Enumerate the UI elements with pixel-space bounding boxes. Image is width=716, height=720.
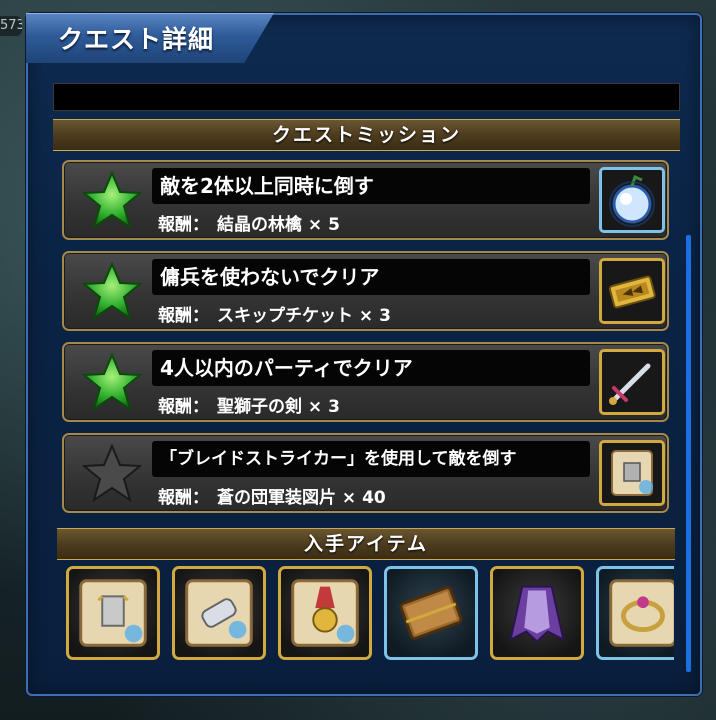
star-completed-icon	[82, 353, 142, 412]
crystal-apple-icon[interactable]	[599, 167, 665, 233]
reward-text: 結晶の林檎 × 5	[217, 215, 340, 235]
skip-ticket-icon[interactable]	[599, 258, 665, 324]
reward-prefix: 報酬：	[158, 397, 209, 417]
armor-blueprint-icon[interactable]	[66, 566, 160, 660]
mission-row: 4人以内のパーティでクリア 報酬： 聖獅子の剣 × 3	[62, 342, 669, 422]
mission-condition: 「ブレイドストライカー」を使用して敵を倒す	[152, 441, 590, 477]
mission-reward: 報酬： 聖獅子の剣 × 3	[158, 392, 348, 417]
reward-prefix: 報酬：	[158, 215, 209, 235]
mission-row: 敵を2体以上同時に倒す 報酬： 結晶の林檎 × 5	[62, 160, 669, 240]
ring-blueprint-icon[interactable]	[596, 566, 674, 660]
armor-blueprint-icon[interactable]	[599, 440, 665, 506]
reward-prefix: 報酬：	[158, 488, 209, 508]
mission-reward: 報酬： スキップチケット × 3	[158, 301, 399, 326]
reward-prefix: 報酬：	[158, 306, 209, 326]
quest-description-strip	[53, 83, 680, 111]
obtainable-items-list	[60, 560, 674, 670]
mission-condition: 敵を2体以上同時に倒す	[152, 168, 590, 204]
background-counter: 573	[0, 16, 22, 36]
mission-condition: 4人以内のパーティでクリア	[152, 350, 590, 386]
gauntlet-blueprint-icon[interactable]	[172, 566, 266, 660]
items-section-header: 入手アイテム	[57, 528, 675, 560]
star-completed-icon	[82, 171, 142, 230]
mission-reward: 報酬： 蒼の団軍装図片 × 40	[158, 483, 394, 508]
reward-text: 蒼の団軍装図片 × 40	[217, 488, 386, 508]
page-title: クエスト詳細	[58, 25, 215, 54]
star-incomplete-icon	[82, 444, 142, 503]
mission-row: 傭兵を使わないでクリア 報酬： スキップチケット × 3	[62, 251, 669, 331]
reward-text: 聖獅子の剣 × 3	[217, 397, 340, 417]
reward-text: スキップチケット × 3	[217, 306, 391, 326]
mission-row: 「ブレイドストライカー」を使用して敵を倒す 報酬： 蒼の団軍装図片 × 40	[62, 433, 669, 513]
leather-book-icon[interactable]	[384, 566, 478, 660]
scrollbar-thumb[interactable]	[686, 235, 691, 672]
medal-blueprint-icon[interactable]	[278, 566, 372, 660]
mission-reward: 報酬： 結晶の林檎 × 5	[158, 210, 348, 235]
star-completed-icon	[82, 262, 142, 321]
holy-lion-sword-icon[interactable]	[599, 349, 665, 415]
mission-condition: 傭兵を使わないでクリア	[152, 259, 590, 295]
purple-cape-icon[interactable]	[490, 566, 584, 660]
missions-section-header: クエストミッション	[53, 119, 680, 151]
